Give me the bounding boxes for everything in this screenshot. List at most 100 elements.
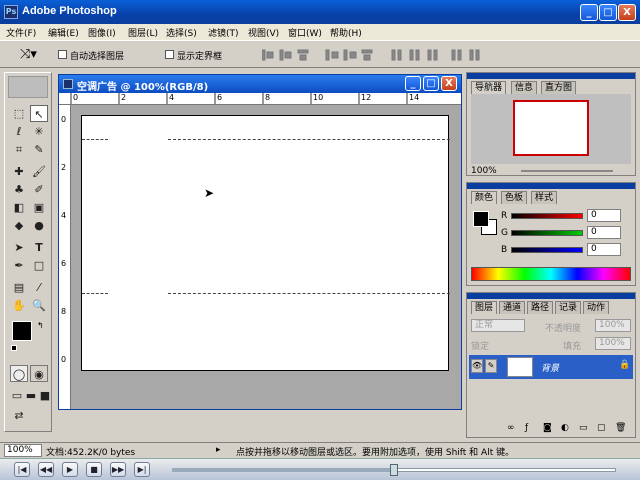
seek-thumb[interactable]	[390, 464, 398, 476]
tab-color[interactable]: 颜色	[471, 191, 498, 204]
marquee-tool-icon[interactable]: ⬚	[10, 105, 28, 122]
type-tool-icon[interactable]: T	[30, 239, 48, 256]
new-group-icon[interactable]: ▭	[579, 423, 588, 433]
doc-maximize-button[interactable]: □	[423, 76, 439, 91]
new-layer-icon[interactable]: ▢	[597, 423, 606, 433]
green-value[interactable]: 0	[587, 226, 621, 239]
eraser-tool-icon[interactable]: ◧	[10, 199, 28, 216]
layer-style-icon[interactable]: ƒ	[525, 423, 528, 433]
tab-layers[interactable]: 图层	[471, 301, 498, 314]
color-fg-swatch[interactable]	[473, 211, 489, 227]
image-canvas[interactable]: ➤	[81, 115, 450, 371]
tab-swatches[interactable]: 色板	[501, 191, 528, 204]
swap-colors-icon[interactable]: ↰	[37, 321, 44, 330]
blue-slider[interactable]	[511, 247, 583, 253]
tab-styles[interactable]: 样式	[531, 191, 558, 204]
blue-value[interactable]: 0	[587, 243, 621, 256]
move-tool-icon[interactable]: ↖	[30, 105, 48, 122]
auto-select-checkbox[interactable]	[58, 50, 67, 59]
rewind-icon[interactable]: ◀◀	[38, 462, 54, 477]
tab-actions[interactable]: 动作	[583, 301, 610, 314]
lasso-tool-icon[interactable]: ℓ	[10, 123, 28, 140]
menu-view[interactable]: 视图(V)	[248, 26, 279, 39]
play-icon[interactable]: ▶	[62, 462, 78, 477]
align-distribute-icons[interactable]	[262, 48, 512, 62]
slice-tool-icon[interactable]: ✎	[30, 141, 48, 158]
layer-mask-icon[interactable]: ◙	[543, 423, 552, 433]
menu-filter[interactable]: 滤镜(T)	[208, 26, 239, 39]
magic-wand-tool-icon[interactable]: ✳	[30, 123, 48, 140]
hand-tool-icon[interactable]: ✋	[10, 297, 28, 314]
fast-forward-icon[interactable]: ▶▶	[110, 462, 126, 477]
opacity-input[interactable]: 100%	[595, 319, 631, 332]
notes-tool-icon[interactable]: ▤	[10, 279, 28, 296]
green-slider[interactable]	[511, 230, 583, 236]
navigator-view-box[interactable]	[513, 100, 589, 156]
pen-tool-icon[interactable]: ✒	[10, 257, 28, 274]
menu-file[interactable]: 文件(F)	[6, 26, 36, 39]
fill-input[interactable]: 100%	[595, 337, 631, 350]
quick-mask-mode-icon[interactable]: ◉	[30, 365, 48, 382]
show-bounds-checkbox[interactable]	[165, 50, 174, 59]
navigator-zoom-slider[interactable]	[521, 170, 613, 172]
skip-start-icon[interactable]: |◀	[14, 462, 30, 477]
menu-window[interactable]: 窗口(W)	[288, 26, 322, 39]
status-bar: 100% 文档:452.2K/0 bytes ▸ 点按并拖移以移动图层或选区。要…	[0, 442, 640, 458]
doc-size-info[interactable]: 文档:452.2K/0 bytes	[46, 445, 135, 458]
status-arrow-icon[interactable]: ▸	[216, 445, 221, 455]
tab-paths[interactable]: 路径	[527, 301, 554, 314]
tab-info[interactable]: 信息	[511, 81, 538, 94]
menu-help[interactable]: 帮助(H)	[330, 26, 362, 39]
delete-layer-icon[interactable]: 🗑	[615, 423, 626, 433]
history-brush-tool-icon[interactable]: ✐	[30, 181, 48, 198]
eyedropper-tool-icon[interactable]: ⁄	[30, 279, 48, 296]
dodge-tool-icon[interactable]: ●	[30, 217, 48, 234]
guide-line[interactable]	[82, 139, 108, 140]
guide-line[interactable]	[82, 293, 108, 294]
tab-navigator[interactable]: 导航器	[471, 81, 507, 94]
crop-tool-icon[interactable]: ⌗	[10, 141, 28, 158]
stamp-tool-icon[interactable]: ♣	[10, 181, 28, 198]
layer-row[interactable]: 👁 ✎ 背景 🔒	[469, 355, 633, 379]
minimize-button[interactable]: _	[580, 4, 598, 21]
menu-layer[interactable]: 图层(L)	[128, 26, 158, 39]
shape-tool-icon[interactable]: □	[30, 257, 48, 274]
doc-close-button[interactable]: X	[441, 76, 457, 91]
tab-histogram[interactable]: 直方图	[541, 81, 577, 94]
tab-history[interactable]: 记录	[555, 301, 582, 314]
guide-line[interactable]	[168, 293, 450, 294]
foreground-color-swatch[interactable]	[12, 321, 32, 341]
zoom-tool-icon[interactable]: 🔍	[30, 297, 48, 314]
guide-line[interactable]	[168, 139, 450, 140]
menu-image[interactable]: 图像(I)	[88, 26, 116, 39]
path-select-tool-icon[interactable]: ➤	[10, 239, 28, 256]
gradient-tool-icon[interactable]: ▣	[30, 199, 48, 216]
red-value[interactable]: 0	[587, 209, 621, 222]
tab-channels[interactable]: 通道	[499, 301, 526, 314]
doc-minimize-button[interactable]: _	[405, 76, 421, 91]
menu-select[interactable]: 选择(S)	[166, 26, 197, 39]
layer-visibility-eye-icon[interactable]: 👁	[471, 359, 483, 373]
stop-icon[interactable]: ■	[86, 462, 102, 477]
blend-mode-select[interactable]: 正常	[471, 319, 525, 332]
default-colors-icon[interactable]	[11, 345, 17, 351]
navigator-zoom[interactable]: 100%	[471, 166, 497, 176]
standard-mode-icon[interactable]: ◯	[10, 365, 28, 382]
blur-tool-icon[interactable]: ◆	[10, 217, 28, 234]
adjustment-layer-icon[interactable]: ◐	[561, 423, 569, 433]
skip-end-icon[interactable]: ▶|	[134, 462, 150, 477]
close-button[interactable]: X	[618, 4, 636, 21]
screen-mode-full-icon[interactable]: ■	[36, 387, 54, 404]
maximize-button[interactable]: □	[599, 4, 617, 21]
jump-to-imageready-icon[interactable]: ⇄	[10, 407, 28, 424]
layer-name[interactable]: 背景	[541, 361, 559, 374]
link-layers-icon[interactable]: ∞	[507, 423, 515, 433]
menu-edit[interactable]: 编辑(E)	[48, 26, 79, 39]
move-tool-preset-icon[interactable]: ⤨▾	[20, 47, 37, 62]
brush-tool-icon[interactable]: 🖌	[30, 163, 48, 180]
status-zoom-field[interactable]: 100%	[4, 444, 42, 457]
healing-brush-tool-icon[interactable]: ✚	[10, 163, 28, 180]
red-slider[interactable]	[511, 213, 583, 219]
color-spectrum-bar[interactable]	[471, 267, 631, 281]
layer-brush-icon[interactable]: ✎	[485, 359, 497, 373]
